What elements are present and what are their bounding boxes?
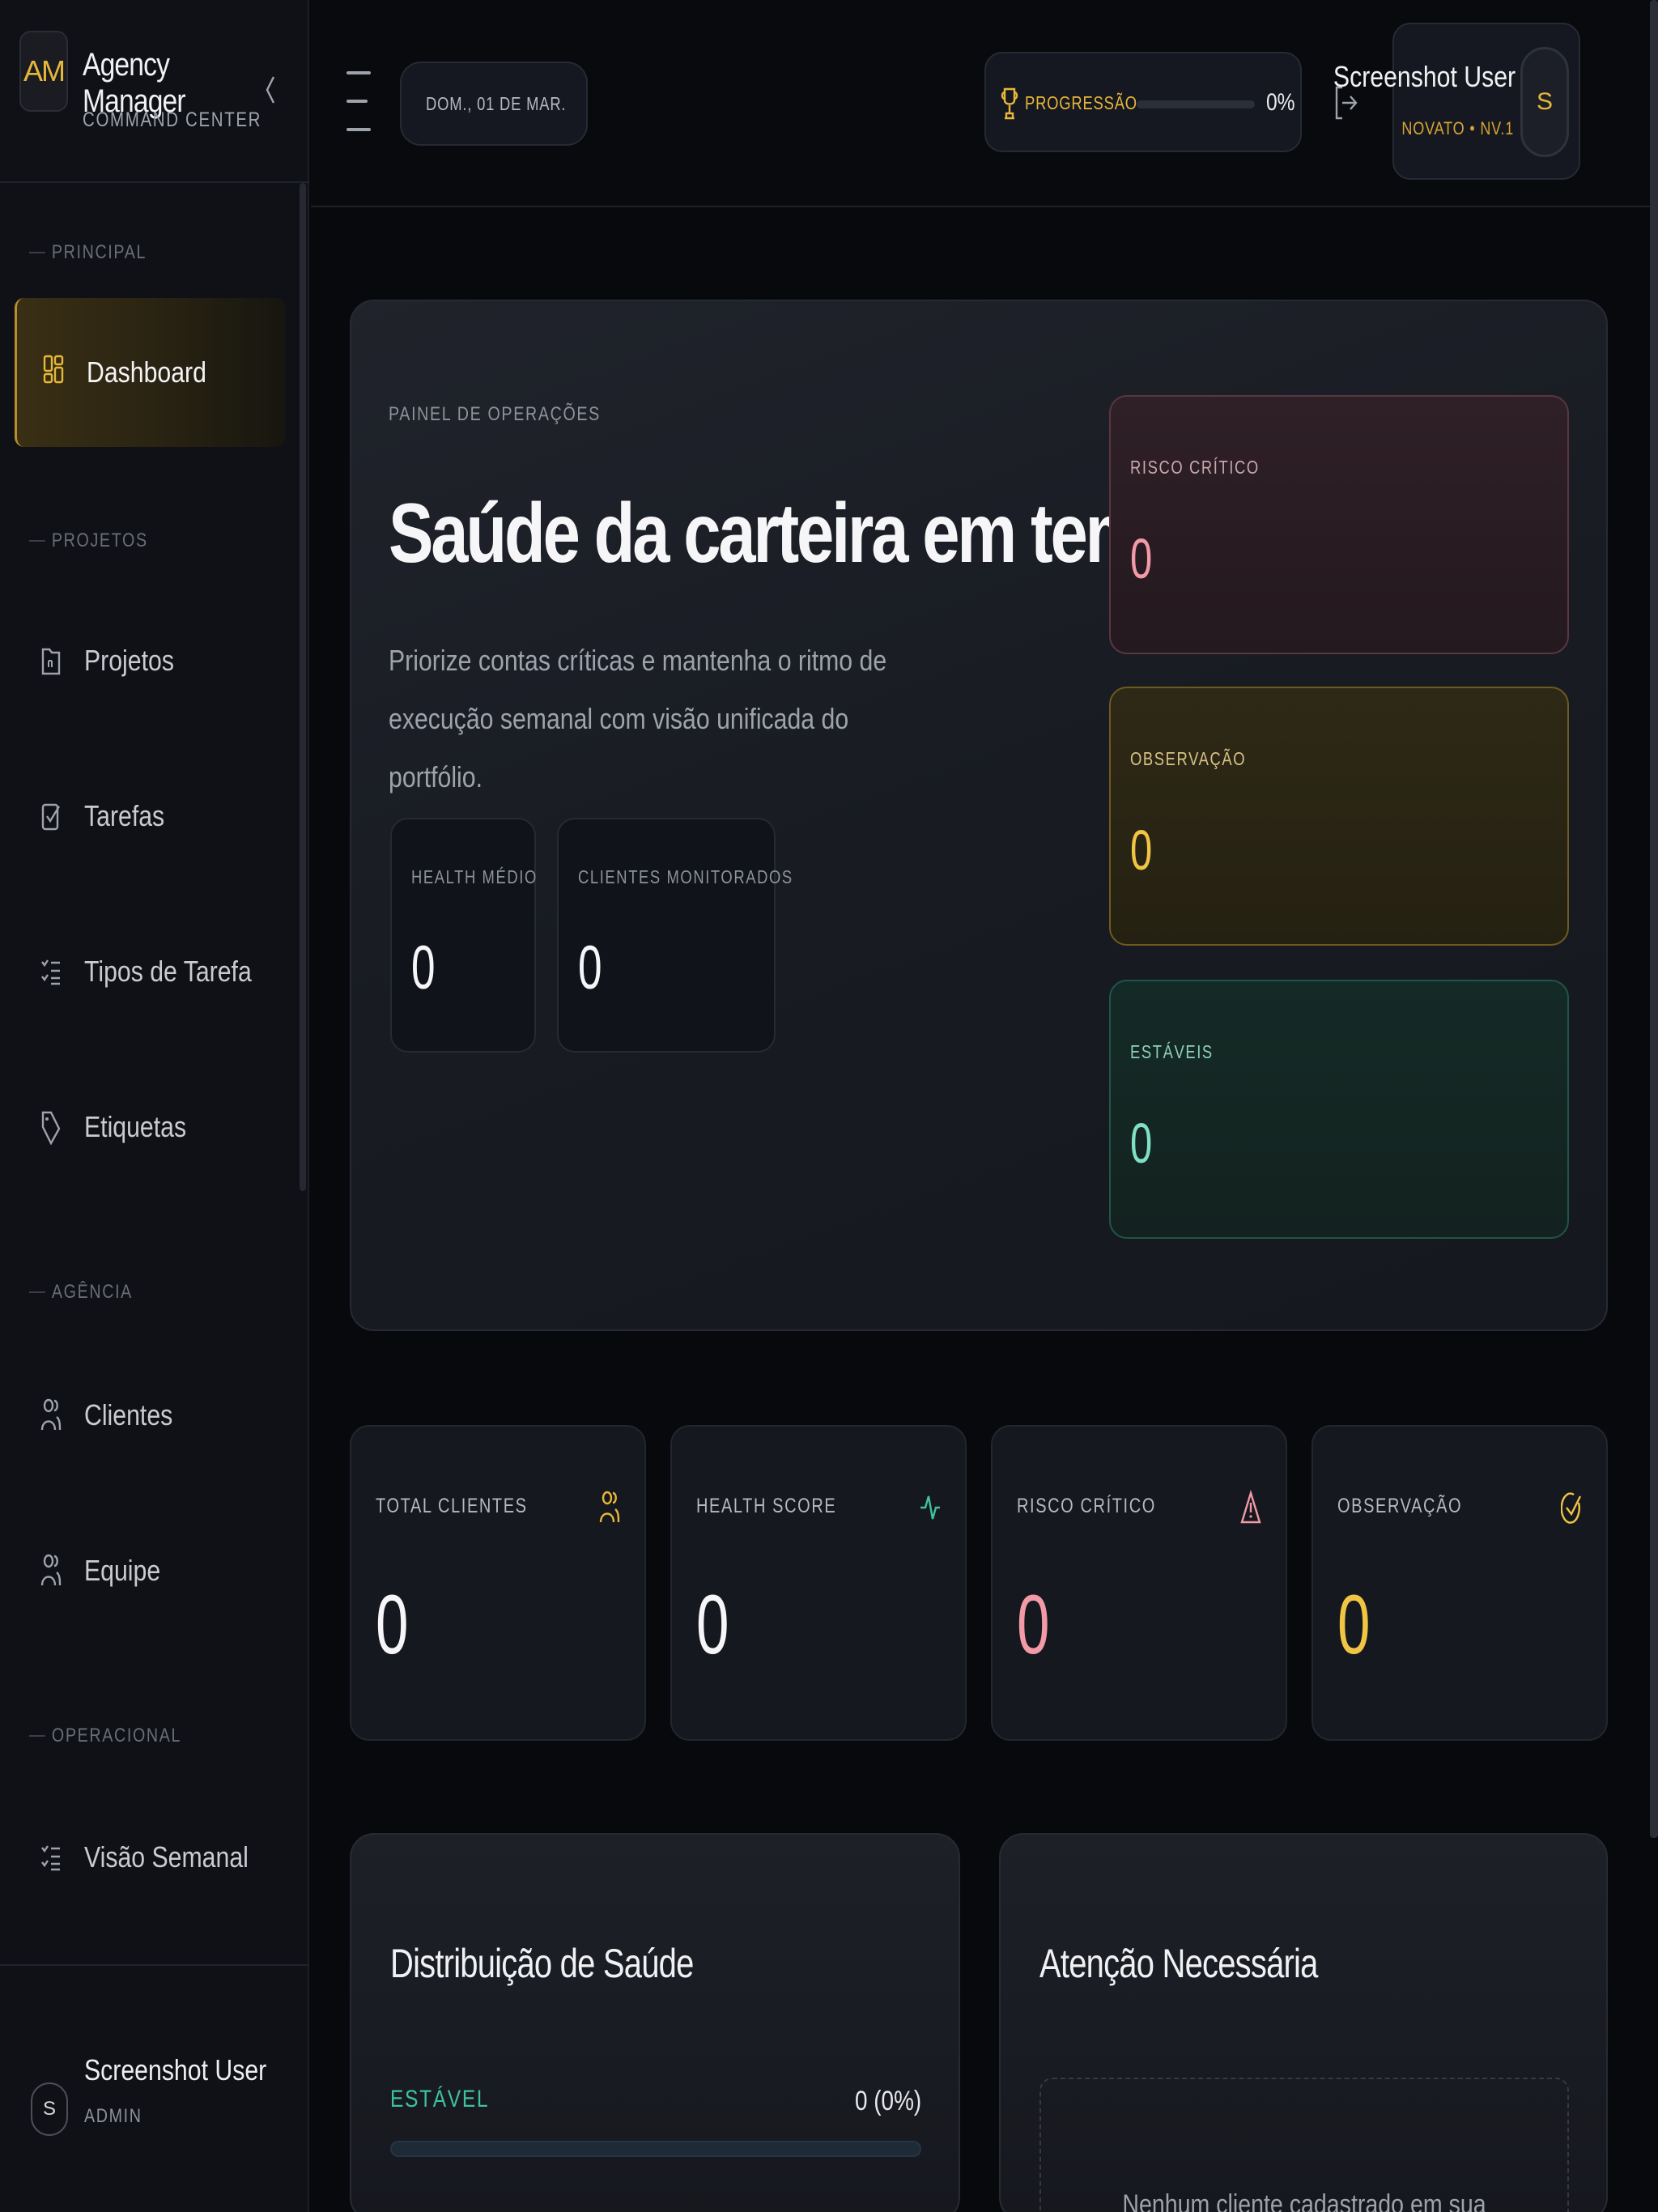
section-operacional: OPERACIONAL [29, 1725, 181, 1747]
user-profile-card[interactable]: Screenshot User NOVATO • NV.1 S [1333, 23, 1580, 180]
menu-button[interactable] [346, 71, 371, 131]
distribution-row-estavel: ESTÁVEL 0 (0%) [390, 2086, 921, 2157]
sidebar-item-tarefas[interactable]: Tarefas [15, 742, 285, 891]
card-title: Distribuição de Saúde [390, 1941, 694, 1986]
users-icon [39, 1398, 63, 1431]
brand-subtitle: COMMAND CENTER [83, 108, 262, 131]
checkbox-icon [39, 802, 63, 831]
status-value: 0 [1130, 1112, 1153, 1175]
sidebar-item-clientes[interactable]: Clientes [15, 1341, 285, 1490]
panel-eyebrow: PAINEL DE OPERAÇÕES [389, 403, 601, 425]
avatar: S [1520, 47, 1569, 157]
kpi-value: 0 [696, 1578, 729, 1672]
sidebar-item-label: Dashboard [87, 355, 206, 389]
distribution-bar [390, 2141, 921, 2157]
folder-icon [39, 647, 63, 675]
empty-state: Nenhum cliente cadastrado em sua agência [1039, 2078, 1569, 2212]
main-scrollbar[interactable] [1650, 0, 1658, 1838]
empty-state-message: Nenhum cliente cadastrado em sua agência [1122, 2189, 1486, 2212]
kpi-label: OBSERVAÇÃO [1337, 1495, 1463, 1517]
sidebar-item-label: Clientes [84, 1398, 173, 1431]
tag-icon [39, 1111, 63, 1145]
footer-user-name: Screenshot User [84, 2053, 267, 2087]
sidebar-item-label: Tipos de Tarefa [84, 955, 252, 988]
brand-header: AM Agency Manager COMMAND CENTER [0, 0, 309, 183]
kpi-label: HEALTH SCORE [696, 1495, 837, 1517]
observacao-status-card[interactable]: OBSERVAÇÃO 0 [1109, 687, 1569, 946]
pulse-icon [920, 1495, 940, 1520]
health-distribution-card: Distribuição de Saúde ESTÁVEL 0 (0%) [350, 1833, 960, 2212]
status-value: 0 [1130, 527, 1153, 590]
progress-widget[interactable]: PROGRESSÃO 0% [984, 52, 1302, 152]
sidebar-item-projetos[interactable]: Projetos [15, 586, 285, 735]
distribution-label: ESTÁVEL [390, 2086, 490, 2112]
kpi-label: TOTAL CLIENTES [376, 1495, 528, 1517]
sidebar-item-tipos-de-tarefa[interactable]: Tipos de Tarefa [15, 897, 285, 1046]
sidebar-item-label: Etiquetas [84, 1110, 187, 1143]
menu-line [346, 100, 368, 103]
footer-user-role: ADMIN [84, 2105, 142, 2127]
section-agencia: AGÊNCIA [29, 1281, 133, 1304]
collapse-sidebar-button[interactable] [261, 68, 280, 112]
kpi-value: 0 [1337, 1578, 1371, 1672]
trophy-icon [1001, 87, 1018, 120]
user-level: NOVATO • NV.1 [1401, 118, 1514, 138]
section-projetos: PROJETOS [29, 530, 148, 552]
card-title: Atenção Necessária [1039, 1941, 1318, 1986]
progress-label: PROGRESSÃO [1025, 92, 1137, 113]
health-medio-card: HEALTH MÉDIO 0 [390, 818, 536, 1053]
kpi-value: 0 [1017, 1578, 1050, 1672]
metric-label: CLIENTES MONITORADOS [578, 866, 793, 887]
avatar[interactable]: S [31, 2082, 68, 2136]
sidebar-item-equipe[interactable]: Equipe [15, 1496, 285, 1645]
check-circle-icon [1561, 1492, 1582, 1524]
sidebar-item-visao-semanal[interactable]: Visão Semanal [15, 1783, 285, 1932]
list-check-icon [39, 958, 63, 985]
app: AM Agency Manager COMMAND CENTER PRINCIP… [0, 0, 1658, 2212]
status-label: ESTÁVEIS [1130, 1041, 1214, 1062]
progress-bar [1137, 100, 1255, 108]
brand-logo: AM [19, 31, 68, 112]
kpi-total-clientes: TOTAL CLIENTES 0 [350, 1425, 646, 1741]
kpi-value: 0 [376, 1578, 409, 1672]
list-check-icon [39, 1844, 63, 1871]
current-date: DOM., 01 DE MAR. [426, 92, 567, 114]
sidebar-item-label: Visão Semanal [84, 1840, 249, 1874]
page-description: Priorize contas críticas e mantenha o ri… [389, 644, 887, 793]
kpi-risco-critico: RISCO CRÍTICO 0 [991, 1425, 1287, 1741]
chevron-left-icon [266, 76, 275, 104]
status-label: RISCO CRÍTICO [1130, 457, 1260, 478]
sidebar-item-etiquetas[interactable]: Etiquetas [15, 1053, 285, 1202]
user-name: Screenshot User [1333, 60, 1516, 93]
attention-card: Atenção Necessária Nenhum cliente cadast… [999, 1833, 1608, 2212]
date-pill[interactable]: DOM., 01 DE MAR. [400, 62, 588, 146]
risco-critico-status-card[interactable]: RISCO CRÍTICO 0 [1109, 395, 1569, 654]
distribution-value: 0 (0%) [854, 2086, 921, 2116]
dashboard-icon [41, 355, 66, 386]
users-icon [39, 1554, 63, 1586]
sidebar-item-label: Equipe [84, 1554, 161, 1587]
kpi-health-score: HEALTH SCORE 0 [670, 1425, 967, 1741]
status-value: 0 [1130, 819, 1153, 882]
status-label: OBSERVAÇÃO [1130, 748, 1247, 769]
metric-value: 0 [578, 934, 602, 1002]
metric-value: 0 [411, 934, 436, 1002]
menu-line [346, 71, 371, 74]
progress-percent: 0% [1266, 89, 1295, 116]
sidebar-item-label: Tarefas [84, 799, 165, 832]
section-principal: PRINCIPAL [29, 241, 147, 264]
warning-icon [1240, 1490, 1261, 1524]
kpi-observacao: OBSERVAÇÃO 0 [1312, 1425, 1608, 1741]
sidebar: AM Agency Manager COMMAND CENTER PRINCIP… [0, 0, 309, 2212]
sidebar-item-dashboard[interactable]: Dashboard [15, 298, 285, 447]
users-icon [599, 1491, 620, 1523]
sidebar-item-label: Projetos [84, 644, 174, 677]
estaveis-status-card[interactable]: ESTÁVEIS 0 [1109, 980, 1569, 1239]
clientes-monitorados-card: CLIENTES MONITORADOS 0 [557, 818, 792, 1053]
menu-line [346, 128, 371, 131]
sidebar-scrollbar[interactable] [300, 183, 306, 1191]
kpi-label: RISCO CRÍTICO [1017, 1495, 1156, 1517]
metric-label: HEALTH MÉDIO [411, 866, 538, 887]
